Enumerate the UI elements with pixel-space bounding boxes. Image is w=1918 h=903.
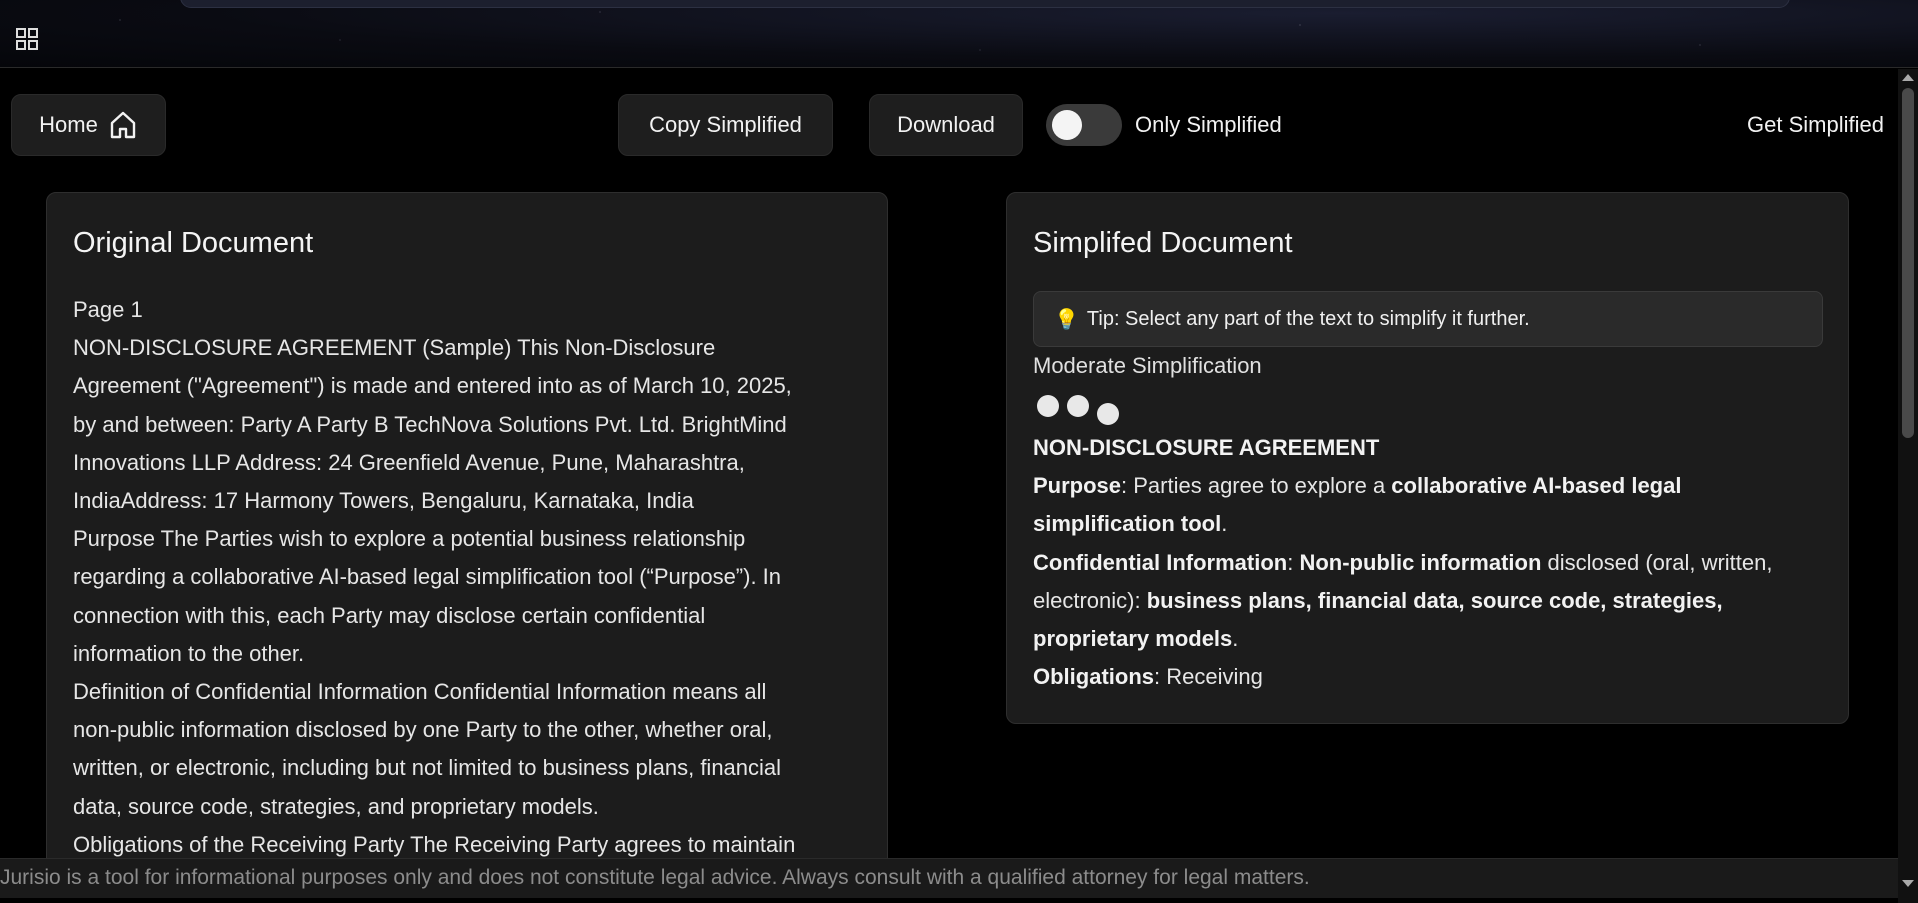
download-button[interactable]: Download [869,94,1023,156]
legal-disclaimer-footer: Jurisio is a tool for informational purp… [0,858,1898,898]
tip-banner: 💡 Tip: Select any part of the text to si… [1033,291,1823,347]
download-label: Download [897,112,995,137]
home-icon [110,111,136,139]
original-line: Purpose The Parties wish to explore a po… [73,526,746,552]
starfield-background [0,0,1918,67]
original-line: data, source code, strategies, and propr… [73,793,599,819]
disclaimer-text: Jurisio is a tool for informational purp… [0,866,1310,889]
original-line: by and between: Party A Party B TechNova… [73,411,787,437]
home-button[interactable]: Home [11,94,166,156]
scrollbar-thumb[interactable] [1902,88,1914,438]
original-line: Innovations LLP Address: 24 Greenfield A… [73,449,745,475]
grid-icon[interactable] [16,28,38,50]
copy-simplified-label: Copy Simplified [649,112,802,137]
simplified-confidential: Confidential Information: Non-public inf… [1033,549,1773,652]
simplified-document-text: NON-DISCLOSURE AGREEMENT Purpose: Partie… [1033,429,1823,696]
tip-text: Tip: Select any part of the text to simp… [1086,307,1530,330]
original-line: Definition of Confidential Information C… [73,679,767,705]
copy-simplified-button[interactable]: Copy Simplified [618,94,833,156]
browser-topbar [0,0,1918,68]
top-search-bar[interactable] [180,0,1790,8]
original-line: Agreement ("Agreement") is made and ente… [73,373,792,399]
original-line: Page 1 [73,297,143,322]
loading-dot [1097,403,1119,425]
simplified-obligations: Obligations: Receiving [1033,664,1263,690]
only-simplified-toggle[interactable] [1046,104,1122,146]
simplification-level-label: Moderate Simplification [1033,353,1262,378]
toggle-knob [1052,110,1082,140]
scroll-up-arrow-icon[interactable] [1902,74,1914,81]
loading-dots [1037,395,1127,425]
original-line: connection with this, each Party may dis… [73,602,706,628]
scroll-down-arrow-icon[interactable] [1902,880,1914,887]
loading-dot [1037,395,1059,417]
home-button-label: Home [39,112,98,137]
original-line: non-public information disclosed by one … [73,717,773,743]
original-line: IndiaAddress: 17 Harmony Towers, Bengalu… [73,488,694,514]
simplified-document-title: Simplifed Document [1033,227,1293,259]
only-simplified-label: Only Simplified [1135,112,1282,137]
original-line: written, or electronic, including but no… [73,755,782,781]
simplified-heading: NON-DISCLOSURE AGREEMENT [1033,435,1380,460]
original-line: NON-DISCLOSURE AGREEMENT (Sample) This N… [73,335,716,361]
lightbulb-icon: 💡 [1054,308,1079,331]
simplified-document-panel: Simplifed Document 💡 Tip: Select any par… [1006,192,1849,724]
loading-dot [1067,395,1089,417]
original-document-title: Original Document [73,227,314,259]
original-line: regarding a collaborative AI-based legal… [73,564,782,590]
original-document-panel: Original Document Page 1 NON-DISCLOSURE … [46,192,888,892]
original-line: information to the other. [73,640,305,666]
original-document-text: Page 1 NON-DISCLOSURE AGREEMENT (Sample)… [73,291,873,864]
simplified-purpose: Purpose: Parties agree to explore a coll… [1033,473,1682,537]
get-simplified-link[interactable]: Get Simplified [1747,112,1884,138]
